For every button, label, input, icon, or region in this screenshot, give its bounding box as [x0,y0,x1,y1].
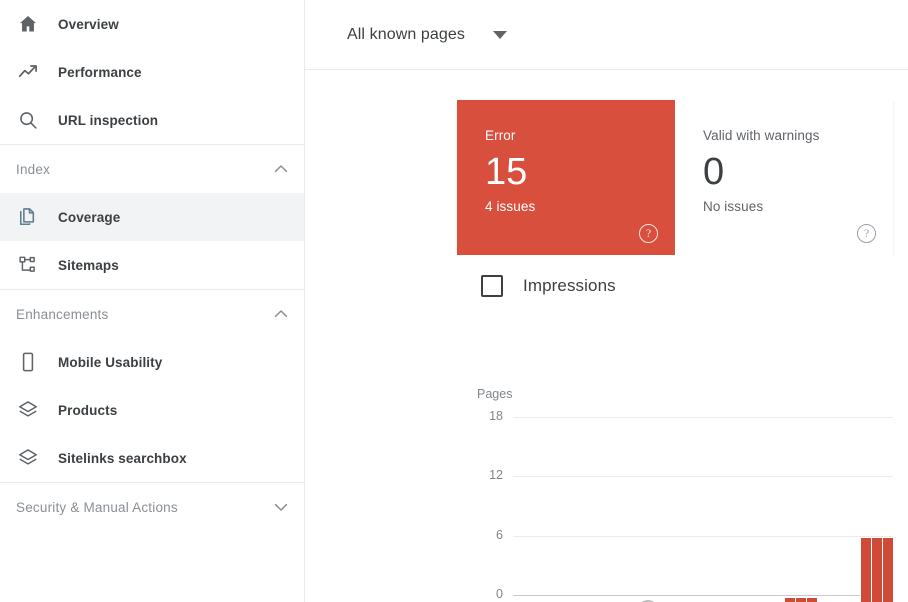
sidebar-item-label: Coverage [58,209,121,225]
sidebar-section-security: Security & Manual Actions [0,482,305,531]
chart-bar[interactable] [882,537,894,602]
sidebar-section-index: Index Coverage Sitemaps [0,144,305,289]
impressions-checkbox[interactable] [481,275,503,297]
help-circle-icon[interactable]: ? [639,224,658,243]
sidebar-group-label: Enhancements [16,306,109,322]
main-content: All known pages Error 15 4 issues? Valid wi… [305,0,908,602]
status-card-value: 15 [485,151,528,193]
sitemap-icon [16,253,40,277]
help-circle-icon[interactable]: ? [857,224,876,243]
sidebar-item-products[interactable]: Products [0,386,305,434]
layers-icon [16,398,40,422]
sidebar-item-sitemaps[interactable]: Sitemaps [0,241,305,289]
home-icon [16,12,40,36]
trending-up-icon [16,60,40,84]
status-card-group: Error 15 4 issues? Valid with warnings 0 No i… [457,100,893,255]
chart-bar[interactable] [806,596,818,602]
status-card-error[interactable]: Error 15 4 issues? [457,100,675,255]
sidebar-item-label: Sitemaps [58,257,119,273]
sidebar-item-label: Performance [58,64,142,80]
chart-legend[interactable]: Impressions [457,255,893,317]
sidebar-item-url-inspection[interactable]: URL inspection [0,96,305,144]
chart-bar[interactable] [795,596,807,602]
sidebar-section-primary: Overview Performance URL inspection [0,0,305,144]
chart-bar[interactable] [860,537,872,602]
sidebar-item-label: Mobile Usability [58,354,163,370]
sidebar-group-header-index[interactable]: Index [0,145,305,193]
layers-icon [16,446,40,470]
search-console-coverage-page: Overview Performance URL inspection Index Co… [0,0,908,602]
y-axis-tick: 6 [496,527,503,542]
sidebar-group-header-enhancements[interactable]: Enhancements [0,290,305,338]
sidebar-item-performance[interactable]: Performance [0,48,305,96]
chevron-up-icon[interactable] [271,159,291,179]
y-axis-tick: 18 [489,409,503,423]
y-axis-tick: 12 [489,468,503,483]
sidebar-groups: Overview Performance URL inspection Index Co… [0,0,305,531]
sidebar-item-coverage[interactable]: Coverage [0,193,305,241]
pages-copy-icon [16,205,40,229]
sidebar-group-label: Index [16,161,51,177]
search-icon [16,108,40,132]
status-card-title: Error [485,128,516,143]
coverage-chart-panel: Impressions Pages 181260 5/15/195/27/196… [457,255,894,602]
chevron-down-icon[interactable] [271,497,291,517]
chart-bar[interactable] [784,596,796,602]
status-card-subtitle: 4 issues [485,199,536,214]
sidebar-navigation: Overview Performance URL inspection Index Co… [0,0,305,602]
sidebar-item-label: Products [58,402,118,418]
coverage-bar-chart: Pages 181260 5/15/195/27/196/8/193 [457,317,894,602]
sidebar-item-label: Sitelinks searchbox [58,450,187,466]
chevron-down-icon [493,30,508,39]
sidebar-item-mobile-usability[interactable]: Mobile Usability [0,338,305,386]
impressions-label: Impressions [523,276,616,295]
sidebar-item-sitelinks-searchbox[interactable]: Sitelinks searchbox [0,434,305,482]
status-card-valid-with-warnings[interactable]: Valid with warnings 0 No issues? [675,100,893,255]
status-card-title: Valid with warnings [703,128,820,143]
status-card-subtitle: No issues [703,199,764,214]
y-axis-tick: 0 [496,587,503,601]
sidebar-item-overview[interactable]: Overview [0,0,305,48]
toolbar: All known pages [305,0,908,70]
status-card-value: 0 [703,151,725,193]
y-axis-title: Pages [477,387,513,401]
mobile-phone-icon [16,350,40,374]
chevron-up-icon[interactable] [271,304,291,324]
chart-bar[interactable] [871,537,883,602]
sidebar-group-header-security[interactable]: Security & Manual Actions [0,483,305,531]
sidebar-item-label: Overview [58,16,119,32]
page-filter-label: All known pages [347,25,466,43]
sidebar-group-label: Security & Manual Actions [16,499,178,515]
chart-bars [513,368,894,602]
sidebar-section-enhancements: Enhancements Mobile Usability Products Site… [0,289,305,482]
page-filter-dropdown[interactable]: All known pages [347,25,508,44]
sidebar-item-label: URL inspection [58,112,159,128]
